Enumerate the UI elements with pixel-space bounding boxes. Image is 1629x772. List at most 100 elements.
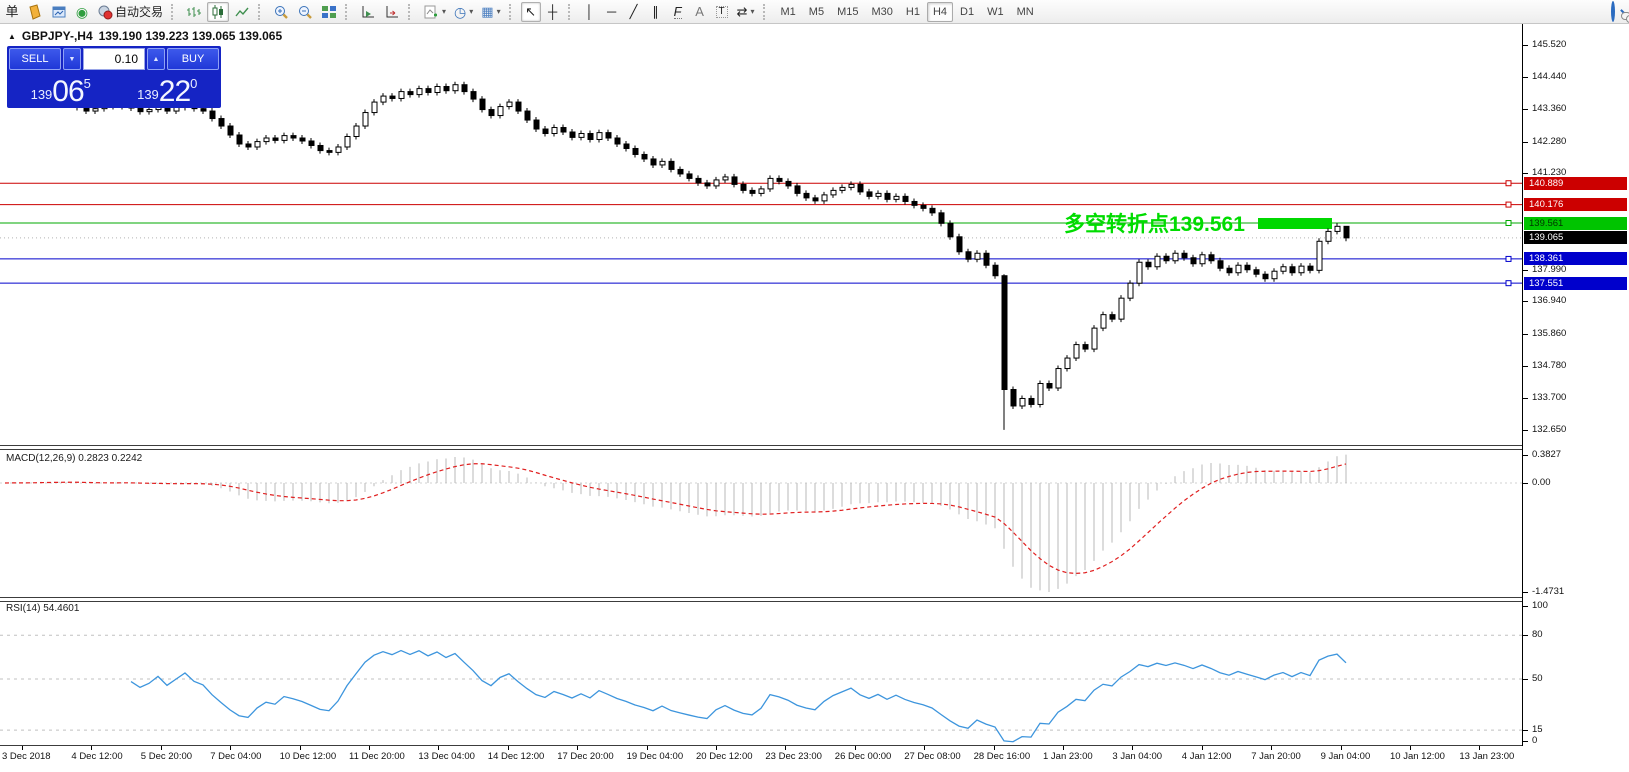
- level-line-anchor[interactable]: [1506, 221, 1511, 226]
- timeframe-button-mn[interactable]: MN: [1011, 2, 1040, 22]
- buy-price-display[interactable]: 139 22 0: [116, 72, 220, 106]
- y-axis-label: 133.700: [1532, 392, 1566, 403]
- candle-body: [1182, 253, 1187, 257]
- sell-price-display[interactable]: 139 06 5: [9, 72, 113, 106]
- tile-windows-icon: [321, 4, 337, 20]
- timeframe-button-h4[interactable]: H4: [927, 2, 953, 22]
- vertical-line-tool-button[interactable]: │: [580, 2, 600, 22]
- timeframe-button-m15[interactable]: M15: [831, 2, 864, 22]
- candle-body: [93, 109, 98, 111]
- candle-body: [1227, 268, 1232, 272]
- candle-body: [633, 148, 638, 154]
- cursor-tool-button[interactable]: ↖: [521, 2, 541, 22]
- tile-windows-button[interactable]: [318, 2, 340, 22]
- y-axis-label: 135.860: [1532, 328, 1566, 339]
- y-axis-tick: [1523, 430, 1528, 431]
- timeframe-button-m30[interactable]: M30: [865, 2, 898, 22]
- volume-decrease-button[interactable]: ▼: [63, 48, 81, 70]
- candle-body: [714, 180, 719, 186]
- auto-scroll-button[interactable]: [357, 2, 379, 22]
- zoom-out-button[interactable]: [294, 2, 316, 22]
- macd-pane[interactable]: [0, 449, 1522, 597]
- dropdown-caret-icon: ▾: [469, 7, 473, 16]
- candle-body: [318, 145, 323, 150]
- rsi-pane[interactable]: [0, 601, 1522, 745]
- candle-body: [939, 213, 944, 223]
- horizontal-line-tool-button[interactable]: ─: [602, 2, 622, 22]
- label-tool-button[interactable]: T: [712, 2, 732, 22]
- candle-body: [1020, 398, 1025, 405]
- y-axis-tick: [1523, 366, 1528, 367]
- y-axis-tick: [1523, 301, 1528, 302]
- timeframe-button-m1[interactable]: M1: [775, 2, 802, 22]
- timeframe-button-w1[interactable]: W1: [981, 2, 1010, 22]
- label-tool-icon: T: [716, 6, 728, 18]
- search-button[interactable]: [1611, 3, 1615, 21]
- crosshair-tool-button[interactable]: ┼: [543, 2, 563, 22]
- template-icon: ▦: [481, 5, 493, 18]
- level-line-anchor[interactable]: [1506, 256, 1511, 261]
- time-axis-tick: [577, 746, 578, 750]
- shapes-tool-button[interactable]: ⇄ ▾: [734, 2, 758, 22]
- level-line-anchor[interactable]: [1506, 281, 1511, 286]
- time-axis-tick: [1479, 746, 1480, 750]
- autotrading-button[interactable]: 自动交易: [94, 2, 166, 22]
- dropdown-caret-icon: ▾: [750, 7, 754, 16]
- periods-button[interactable]: ◷ ▾: [451, 2, 476, 22]
- time-axis-label: 14 Dec 12:00: [488, 751, 545, 762]
- time-axis[interactable]: 3 Dec 20184 Dec 12:005 Dec 20:007 Dec 04…: [0, 746, 1629, 772]
- macd-axis-tick: [1523, 592, 1528, 593]
- new-chart-button[interactable]: [48, 2, 70, 22]
- chart-shift-button[interactable]: [381, 2, 403, 22]
- candle-body: [759, 189, 764, 193]
- autotrading-icon: [97, 4, 113, 20]
- time-axis-tick: [91, 746, 92, 750]
- turning-point-annotation[interactable]: 多空转折点139.561: [1064, 212, 1245, 236]
- candle-body: [777, 178, 782, 181]
- candle-body: [993, 265, 998, 275]
- candle-body: [723, 177, 728, 180]
- crosshair-icon: ┼: [548, 5, 557, 18]
- zoom-in-button[interactable]: [270, 2, 292, 22]
- timeframe-button-h1[interactable]: H1: [900, 2, 926, 22]
- candle-body: [822, 195, 827, 201]
- line-chart-button[interactable]: [231, 2, 253, 22]
- level-line-anchor[interactable]: [1506, 181, 1511, 186]
- orders-menu-label[interactable]: 单: [2, 2, 22, 22]
- price-axis[interactable]: 145.520144.440143.360142.280141.230137.9…: [1523, 24, 1629, 746]
- buy-button[interactable]: BUY: [167, 48, 219, 70]
- timeframe-button-d1[interactable]: D1: [954, 2, 980, 22]
- candle-body: [678, 169, 683, 173]
- time-axis-label: 10 Dec 12:00: [280, 751, 337, 762]
- toolbar-grip: [568, 4, 575, 20]
- time-axis-label: 1 Jan 23:00: [1043, 751, 1093, 762]
- zoom-in-icon: [273, 4, 289, 20]
- bar-chart-button[interactable]: [183, 2, 205, 22]
- candle-body: [1191, 258, 1196, 264]
- sell-button[interactable]: SELL: [9, 48, 61, 70]
- candle-body: [84, 107, 89, 111]
- text-tool-button[interactable]: A: [690, 2, 710, 22]
- candle-body: [282, 136, 287, 141]
- candle-body: [597, 133, 602, 140]
- templates-button[interactable]: ▦ ▾: [478, 2, 503, 22]
- channel-tool-button[interactable]: ∥: [646, 2, 666, 22]
- level-line-anchor[interactable]: [1506, 202, 1511, 207]
- volume-input[interactable]: 0.10: [83, 48, 145, 70]
- signals-icon: ◉: [76, 5, 88, 19]
- trading-terminal-window: 单 ◉ 自动交易: [0, 0, 1629, 772]
- new-order-button[interactable]: [24, 2, 46, 22]
- candle-body: [579, 134, 584, 138]
- highlight-zone[interactable]: [1258, 218, 1332, 229]
- timeframe-button-m5[interactable]: M5: [803, 2, 830, 22]
- candlestick-chart-button[interactable]: [207, 2, 229, 22]
- time-axis-label: 3 Dec 2018: [2, 751, 51, 762]
- add-indicator-button[interactable]: ▾: [420, 2, 449, 22]
- trendline-tool-button[interactable]: ╱: [624, 2, 644, 22]
- signals-button[interactable]: ◉: [72, 2, 92, 22]
- rsi-axis-tick: [1523, 635, 1528, 636]
- line-chart-icon: [234, 4, 250, 20]
- volume-increase-button[interactable]: ▲: [147, 48, 165, 70]
- price-chart-pane[interactable]: 多空转折点139.561: [0, 24, 1522, 445]
- fibonacci-tool-button[interactable]: F: [668, 2, 688, 22]
